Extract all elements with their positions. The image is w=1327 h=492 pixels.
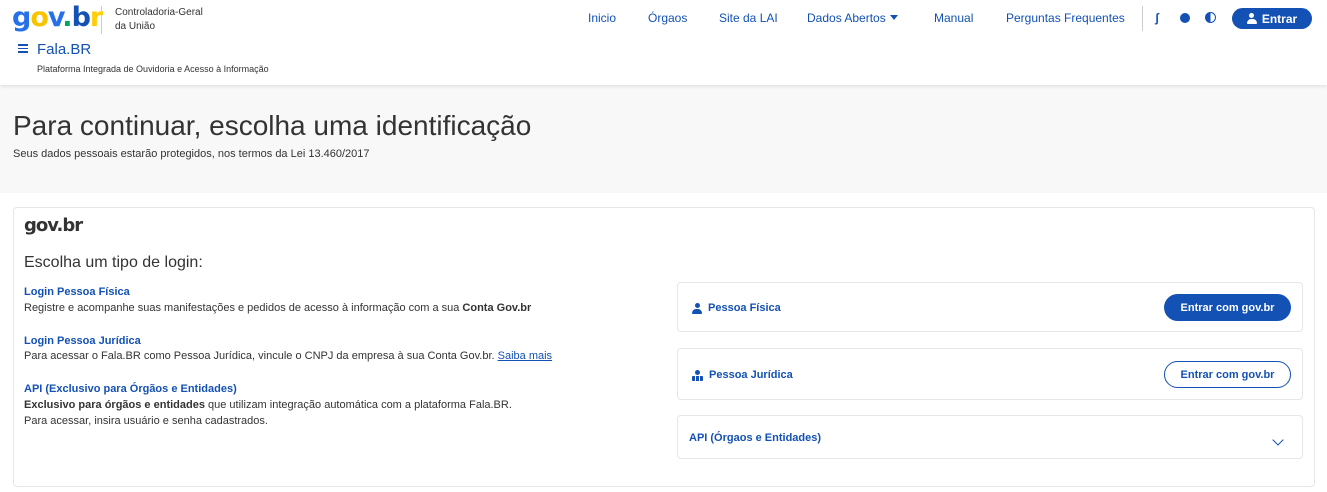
panel-label-pf-text: Pessoa Física	[708, 302, 781, 314]
login-button-label: Entrar	[1261, 11, 1298, 26]
login-button[interactable]: Entrar	[1232, 8, 1312, 29]
nav-dados-abertos[interactable]: Dados Abertos	[807, 11, 898, 27]
menu-icon[interactable]	[18, 44, 28, 53]
option-text-api: Exclusivo para órgãos e entidades que ut…	[24, 397, 512, 413]
hero-section: Para continuar, escolha uma identificaçã…	[0, 85, 1327, 193]
panel-pessoa-juridica: Pessoa Jurídica Entrar com gov.br	[677, 348, 1303, 400]
cookie-icon[interactable]	[1180, 13, 1190, 23]
panel-label-pj: Pessoa Jurídica	[692, 368, 793, 382]
panel-label-pj-text: Pessoa Jurídica	[709, 369, 793, 381]
govbr-logo[interactable]: gov.br	[12, 2, 103, 34]
option-text-pf-bold: Conta Gov.br	[462, 302, 532, 314]
nav-inicio[interactable]: Inicio	[588, 11, 616, 27]
org-name: Controladoria-Geral da União	[115, 6, 225, 34]
nav-manual[interactable]: Manual	[934, 11, 973, 27]
login-heading: Escolha um tipo de login:	[24, 254, 203, 271]
saiba-mais-link[interactable]: Saiba mais	[498, 350, 552, 362]
option-text-api-2: Para acessar, insira usuário e senha cad…	[24, 415, 268, 427]
entrar-govbr-pj-button[interactable]: Entrar com gov.br	[1164, 361, 1291, 388]
site-header: gov.br Controladoria-Geral da União Inic…	[0, 0, 1327, 85]
option-text-api-bold: Exclusivo para órgãos e entidades	[24, 399, 205, 411]
user-icon	[1246, 13, 1257, 24]
nav-perguntas-frequentes[interactable]: Perguntas Frequentes	[1006, 11, 1125, 27]
nav-site-da-lai[interactable]: Site da LAI	[719, 11, 778, 27]
users-icon	[692, 369, 703, 381]
org-name-line2: da União	[115, 21, 156, 32]
page-title: Para continuar, escolha uma identificaçã…	[13, 110, 532, 141]
app-title[interactable]: Fala.BR	[37, 40, 91, 60]
panel-pessoa-fisica: Pessoa Física Entrar com gov.br	[677, 282, 1303, 332]
logo-divider	[101, 6, 102, 34]
panel-label-api: API (Órgaos e Entidades)	[689, 432, 822, 444]
option-title-pj: Login Pessoa Jurídica	[24, 335, 141, 347]
entrar-govbr-pf-button[interactable]: Entrar com gov.br	[1164, 294, 1291, 321]
panel-label-pf: Pessoa Física	[692, 301, 781, 315]
caret-down-icon	[889, 15, 898, 21]
user-icon	[692, 302, 702, 314]
nav-dados-abertos-label: Dados Abertos	[807, 11, 886, 25]
govbr-logo-small: gov.br	[24, 215, 83, 236]
chevron-down-icon[interactable]	[1272, 434, 1284, 446]
option-title-api: API (Exclusivo para Órgãos e Entidades)	[24, 383, 237, 395]
panel-api-accordion[interactable]: API (Órgaos e Entidades)	[677, 415, 1303, 459]
tools-divider	[1142, 6, 1143, 31]
option-text-pj-body: Para acessar o Fala.BR como Pessoa Juríd…	[24, 350, 498, 362]
option-text-api-body: que utilizam integração automática com a…	[204, 399, 512, 411]
app-subtitle: Plataforma Integrada de Ouvidoria e Aces…	[37, 64, 269, 74]
accessibility-icon[interactable]: ʃ	[1150, 11, 1164, 25]
nav-orgaos[interactable]: Órgaos	[648, 11, 687, 27]
page-subtitle: Seus dados pessoais estarão protegidos, …	[13, 148, 370, 160]
option-title-pf: Login Pessoa Física	[24, 286, 130, 298]
option-text-pj: Para acessar o Fala.BR como Pessoa Juríd…	[24, 348, 552, 364]
org-name-line1: Controladoria-Geral	[115, 7, 203, 18]
contrast-icon[interactable]	[1205, 12, 1216, 23]
option-text-pf: Registre e acompanhe suas manifestações …	[24, 300, 531, 316]
option-text-pf-body: Registre e acompanhe suas manifestações …	[24, 302, 463, 314]
